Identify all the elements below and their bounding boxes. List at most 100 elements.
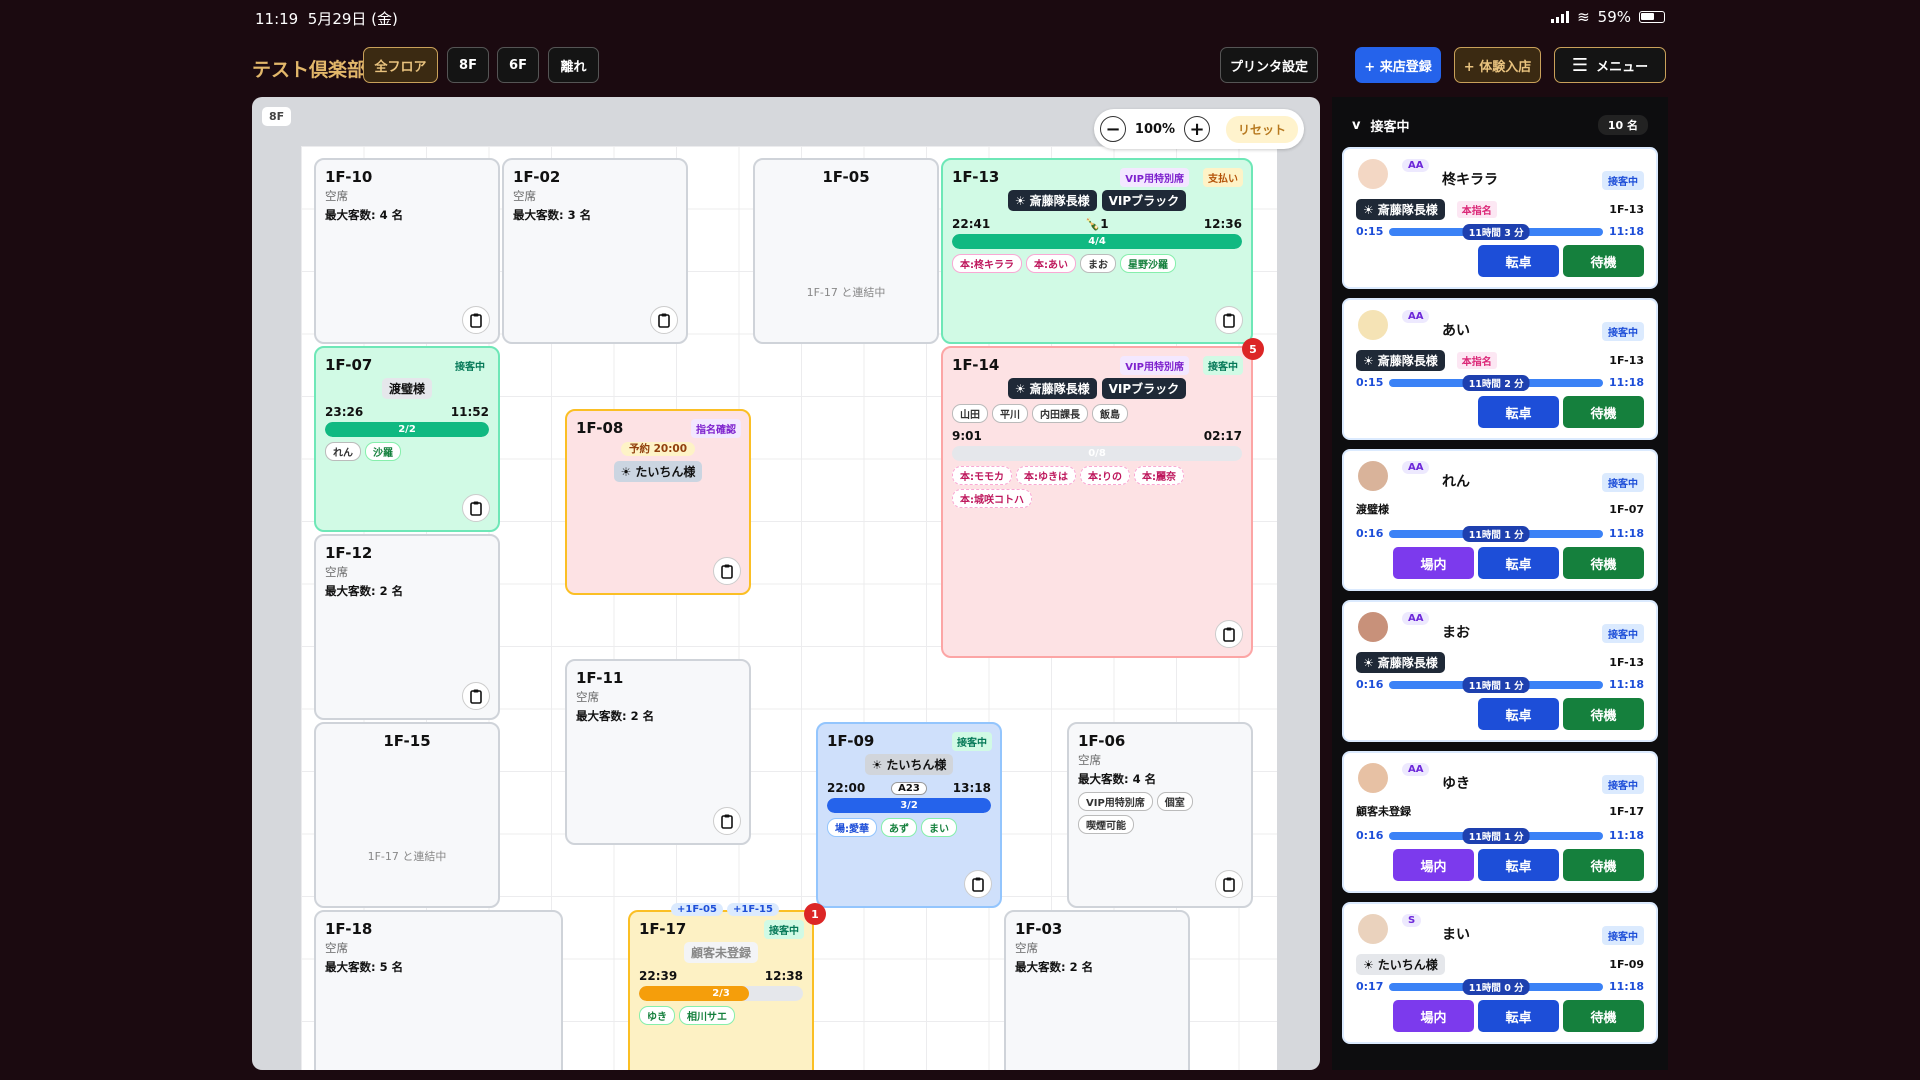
cast-chip[interactable]: まお xyxy=(1080,254,1116,273)
cast-chip[interactable]: 本:りの xyxy=(1080,466,1130,485)
time-bar: 0:17 11時間 0 分 11:18 xyxy=(1356,978,1644,995)
cast-card[interactable]: AA まお 接客中 ☀ 斎藤隊長様 1F-13 0:16 11時間 1 分 11:18 … xyxy=(1342,600,1658,742)
menu-button[interactable]: ☰ メニュー xyxy=(1554,47,1666,83)
trial-entry-button[interactable]: + 体験入店 xyxy=(1454,47,1541,83)
avatar xyxy=(1358,461,1388,491)
in-store-button[interactable]: 場内 xyxy=(1393,547,1474,579)
clipboard-icon[interactable] xyxy=(462,306,490,334)
cast-card[interactable]: AA れん 接客中 渡璧様 1F-07 0:16 11時間 1 分 11:18 場内転… xyxy=(1342,449,1658,591)
floor-tab-6f[interactable]: 6F xyxy=(497,47,539,83)
table-card-1f-09[interactable]: 1F-09 接客中 ☀ たいちん様 22:00 A23 13:18 3/2 場:愛華 … xyxy=(816,722,1002,908)
cast-chip[interactable]: 本:柊キララ xyxy=(952,254,1022,273)
table-card-1f-15[interactable]: 1F-15 1F-17 と連結中 xyxy=(314,722,500,908)
register-visit-button[interactable]: + 来店登録 xyxy=(1355,47,1441,83)
floor-tab-all[interactable]: 全フロア xyxy=(363,47,438,83)
cast-name: まい xyxy=(1442,927,1470,943)
guest-chip: ☀ 斎藤隊長様 xyxy=(1007,378,1097,399)
standby-button[interactable]: 待機 xyxy=(1563,396,1644,428)
table-card-1f-06[interactable]: 1F-06 空席 最大客数: 4 名 VIP用特別席 個室 喫煙可能 xyxy=(1067,722,1253,908)
standby-button[interactable]: 待機 xyxy=(1563,547,1644,579)
clipboard-icon[interactable] xyxy=(1215,620,1243,648)
standby-button[interactable]: 待機 xyxy=(1563,245,1644,277)
table-card-1f-14[interactable]: 1F-14 VIP用特別席 接客中 ☀ 斎藤隊長様 VIPブラック 山田 平川 内… xyxy=(941,346,1253,658)
table-card-1f-05[interactable]: 1F-05 1F-17 と連結中 xyxy=(753,158,939,344)
standby-button[interactable]: 待機 xyxy=(1563,1000,1644,1032)
clipboard-icon[interactable] xyxy=(964,870,992,898)
cast-chip[interactable]: まい xyxy=(921,818,957,837)
clipboard-icon[interactable] xyxy=(1215,870,1243,898)
cast-chip[interactable]: 星野沙羅 xyxy=(1120,254,1176,273)
clipboard-icon[interactable] xyxy=(713,807,741,835)
floor-tab-8f[interactable]: 8F xyxy=(447,47,489,83)
cast-chip[interactable]: 本:モモカ xyxy=(952,466,1012,485)
move-table-button[interactable]: 転卓 xyxy=(1478,396,1559,428)
cast-card[interactable]: AA あい 接客中 ☀ 斎藤隊長様 本指名 1F-13 0:15 11時間 2 分 11:… xyxy=(1342,298,1658,440)
cast-name: あい xyxy=(1442,323,1470,339)
table-ref: 1F-09 xyxy=(1609,958,1644,971)
standby-button[interactable]: 待機 xyxy=(1563,698,1644,730)
floor-grid: 1F-10 空席 最大客数: 4 名 1F-02 空席 最大客数: 3 名 1F… xyxy=(301,146,1277,1070)
table-card-1f-03[interactable]: 1F-03 空席 最大客数: 2 名 xyxy=(1004,910,1190,1070)
printer-settings-button[interactable]: プリンタ設定 xyxy=(1220,47,1318,83)
cast-chip[interactable]: 相川サエ xyxy=(679,1006,735,1025)
cast-card[interactable]: AA 柊キララ 接客中 ☀ 斎藤隊長様 本指名 1F-13 0:15 11時間 3 分1… xyxy=(1342,147,1658,289)
in-store-button[interactable]: 場内 xyxy=(1393,849,1474,881)
bottle-count: 1 xyxy=(1100,217,1109,231)
top-bar: テスト倶楽部 全フロア 8F 6F 離れ プリンタ設定 + 来店登録 + 体験入… xyxy=(0,44,1920,90)
move-table-button[interactable]: 転卓 xyxy=(1478,547,1559,579)
start-time: 9:01 xyxy=(952,429,982,443)
table-ref: 1F-17 xyxy=(1609,804,1644,818)
table-card-1f-07[interactable]: 1F-07 接客中 渡璧様 23:26 11:52 2/2 れん 沙羅 xyxy=(314,346,500,532)
cast-card[interactable]: S まい 接客中 ☀ たいちん様 1F-09 0:17 11時間 0 分 11:18 場… xyxy=(1342,902,1658,1044)
table-card-1f-11[interactable]: 1F-11 空席 最大客数: 2 名 xyxy=(565,659,751,845)
in-store-button[interactable]: 場内 xyxy=(1393,1000,1474,1032)
guest-chip: ☀ たいちん様 xyxy=(613,461,703,482)
end-time: 12:36 xyxy=(1203,217,1242,231)
guest-chip: ☀ 斎藤隊長様 xyxy=(1356,350,1445,371)
clipboard-icon[interactable] xyxy=(462,682,490,710)
zoom-reset-button[interactable]: リセット xyxy=(1225,115,1298,143)
cast-chip[interactable]: 本:ゆきは xyxy=(1016,466,1076,485)
clipboard-icon[interactable] xyxy=(462,494,490,522)
cast-chip[interactable]: 本:麗奈 xyxy=(1134,466,1184,485)
guest-name: 顧客未登録 xyxy=(1356,805,1411,818)
table-card-1f-12[interactable]: 1F-12 空席 最大客数: 2 名 xyxy=(314,534,500,720)
cast-chip[interactable]: ゆき xyxy=(639,1006,675,1025)
move-table-button[interactable]: 転卓 xyxy=(1478,1000,1559,1032)
clipboard-icon[interactable] xyxy=(713,557,741,585)
zoom-in-button[interactable]: + xyxy=(1184,116,1210,142)
cast-chip[interactable]: 本:あい xyxy=(1026,254,1076,273)
linked-note: 1F-17 と連結中 xyxy=(806,286,886,299)
vip-seat-badge: VIP用特別席 xyxy=(1120,168,1189,187)
table-card-1f-02[interactable]: 1F-02 空席 最大客数: 3 名 xyxy=(502,158,688,344)
cast-chip[interactable]: 沙羅 xyxy=(365,442,401,461)
cast-chip[interactable]: 本:城咲コトハ xyxy=(952,489,1032,508)
panel-title: 接客中 xyxy=(1370,119,1410,135)
cast-chip[interactable]: あず xyxy=(881,818,917,837)
cast-card[interactable]: AA ゆき 接客中 顧客未登録 1F-17 0:16 11時間 1 分 11:18 場… xyxy=(1342,751,1658,893)
standby-button[interactable]: 待機 xyxy=(1563,849,1644,881)
table-ref: 1F-13 xyxy=(1609,656,1644,669)
table-card-1f-10[interactable]: 1F-10 空席 最大客数: 4 名 xyxy=(314,158,500,344)
star-icon: ☀ xyxy=(620,464,632,479)
clipboard-icon[interactable] xyxy=(650,306,678,334)
move-table-button[interactable]: 転卓 xyxy=(1478,698,1559,730)
table-card-1f-17[interactable]: 1F-17 接客中 顧客未登録 22:39 12:38 2/3 ゆき 相川サエ xyxy=(628,910,814,1070)
table-capacity: 最大客数: 3 名 xyxy=(513,208,592,222)
move-table-button[interactable]: 転卓 xyxy=(1478,849,1559,881)
table-card-1f-13[interactable]: 1F-13 VIP用特別席 支払い ☀ 斎藤隊長様 VIPブラック 22:41 🍾1… xyxy=(941,158,1253,344)
table-status: 空席 xyxy=(325,189,348,203)
move-table-button[interactable]: 転卓 xyxy=(1478,245,1559,277)
floor-tab-annex[interactable]: 離れ xyxy=(548,47,599,83)
time-bar: 0:15 11時間 3 分 11:18 xyxy=(1356,223,1644,240)
signal-icon xyxy=(1551,11,1570,23)
avatar xyxy=(1358,612,1388,642)
panel-header[interactable]: v 接客中 10 名 xyxy=(1352,115,1648,135)
table-card-1f-18[interactable]: 1F-18 空席 最大客数: 5 名 xyxy=(314,910,563,1070)
notification-count: 5 xyxy=(1242,338,1264,360)
cast-chip[interactable]: れん xyxy=(325,442,361,461)
table-card-1f-08[interactable]: 1F-08 指名確認 予約 20:00 ☀ たいちん様 xyxy=(565,409,751,595)
clipboard-icon[interactable] xyxy=(1215,306,1243,334)
cast-chip[interactable]: 場:愛華 xyxy=(827,818,877,837)
zoom-out-button[interactable]: − xyxy=(1100,116,1126,142)
